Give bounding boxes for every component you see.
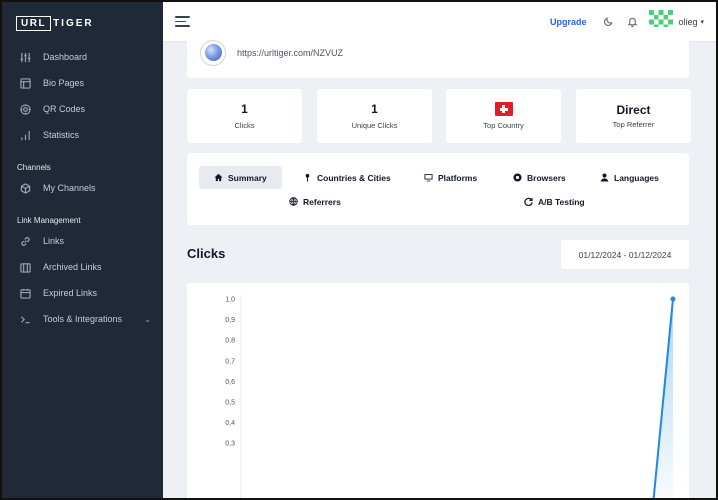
stat-top-referrer: Direct Top Referrer xyxy=(576,89,691,143)
sidebar-item-label: Expired Links xyxy=(43,288,98,298)
tab-summary[interactable]: Summary xyxy=(199,166,282,189)
app-window: URL TIGER Dashboard Bio Pages QR Codes S… xyxy=(0,0,718,500)
channels-section-title: Channels xyxy=(17,163,51,172)
switzerland-flag-icon xyxy=(494,102,513,116)
tab-label: Browsers xyxy=(527,172,566,183)
tab-languages[interactable]: Languages xyxy=(600,166,659,189)
link-icon xyxy=(19,235,31,247)
sliders-icon xyxy=(19,51,31,63)
chrome-icon xyxy=(513,173,522,182)
y-tick-label: 0,4 xyxy=(225,420,235,427)
sidebar-item-label: Statistics xyxy=(43,130,80,140)
sidebar-item-label: Tools & Integrations xyxy=(43,314,123,324)
globe-icon xyxy=(200,39,226,66)
logo[interactable]: URL TIGER xyxy=(2,2,163,44)
map-pin-icon xyxy=(303,173,312,182)
y-tick-label: 0,3 xyxy=(225,441,235,448)
stat-label: Clicks xyxy=(234,121,255,130)
sidebar-item-label: Dashboard xyxy=(43,52,88,62)
stat-value: 1 xyxy=(241,102,248,116)
y-tick-label: 0,8 xyxy=(225,338,235,345)
stat-value: Direct xyxy=(616,103,651,117)
link-url[interactable]: https://urltiger.com/NZVUZ xyxy=(237,48,343,58)
sidebar-item-label: Bio Pages xyxy=(43,78,85,88)
clicks-section-title: Clicks xyxy=(187,246,226,261)
sidebar-item-statistics[interactable]: Statistics xyxy=(2,122,163,148)
tab-label: Platforms xyxy=(438,172,478,183)
sidebar: URL TIGER Dashboard Bio Pages QR Codes S… xyxy=(2,2,163,498)
sidebar-item-tools-integrations[interactable]: Tools & Integrations ⌄ xyxy=(2,306,163,332)
y-tick-label: 0,7 xyxy=(225,358,235,365)
stat-unique-clicks: 1 Unique Clicks xyxy=(317,89,432,143)
data-point[interactable] xyxy=(670,296,676,302)
stats-tabs: Summary Countries & Cities Platforms Bro… xyxy=(187,153,689,225)
y-tick-label: 0,6 xyxy=(225,379,235,386)
tab-referrers[interactable]: Referrers xyxy=(289,190,341,213)
y-tick-label: 0,5 xyxy=(225,400,235,407)
stat-label: Top Country xyxy=(483,121,524,130)
monitor-icon xyxy=(424,173,433,182)
y-tick-label: 0,9 xyxy=(225,317,235,324)
tab-label: A/B Testing xyxy=(538,196,585,207)
logo-box: URL xyxy=(16,15,52,31)
y-tick-label: 1,0 xyxy=(225,297,235,304)
tab-platforms[interactable]: Platforms xyxy=(424,166,477,189)
sidebar-item-label: My Channels xyxy=(43,183,96,193)
sidebar-item-dashboard[interactable]: Dashboard xyxy=(2,44,163,70)
cube-icon xyxy=(19,182,31,194)
link-url-card: https://urltiger.com/NZVUZ xyxy=(187,27,689,78)
calendar-icon xyxy=(19,287,31,299)
archive-icon xyxy=(19,261,31,273)
user-icon xyxy=(600,173,609,182)
globe-icon xyxy=(289,197,298,206)
tab-browsers[interactable]: Browsers xyxy=(513,166,566,189)
refresh-icon xyxy=(524,197,533,206)
bar-chart-icon xyxy=(19,129,31,141)
chevron-down-icon[interactable]: ▾ xyxy=(700,18,704,26)
sidebar-item-bio-pages[interactable]: Bio Pages xyxy=(2,70,163,96)
stat-label: Unique Clicks xyxy=(351,121,398,130)
sidebar-item-label: QR Codes xyxy=(43,104,86,114)
tab-label: Referrers xyxy=(303,196,341,207)
home-icon xyxy=(214,173,223,182)
layout-icon xyxy=(19,77,31,89)
upgrade-link[interactable]: Upgrade xyxy=(550,17,587,27)
tab-label: Summary xyxy=(228,172,267,183)
logo-text: TIGER xyxy=(53,17,94,29)
tab-countries-cities[interactable]: Countries & Cities xyxy=(303,166,391,189)
sidebar-item-label: Archived Links xyxy=(43,262,102,272)
sidebar-item-qr-codes[interactable]: QR Codes xyxy=(2,96,163,122)
stat-value: 1 xyxy=(371,102,378,116)
terminal-icon xyxy=(19,313,31,325)
sidebar-item-expired-links[interactable]: Expired Links xyxy=(2,280,163,306)
stat-clicks: 1 Clicks xyxy=(187,89,302,143)
date-range-picker[interactable]: 01/12/2024 - 01/12/2024 xyxy=(561,240,689,269)
username[interactable]: olieg xyxy=(678,17,697,27)
clicks-chart: 1,0 0,9 0,8 0,7 0,6 0,5 0,4 0,3 xyxy=(225,295,676,498)
main-content: Upgrade olieg ▾ https://urltiger.com/NZV… xyxy=(163,2,716,498)
menu-toggle-icon[interactable] xyxy=(175,16,190,27)
tab-ab-testing[interactable]: A/B Testing xyxy=(524,190,585,213)
tab-label: Languages xyxy=(614,172,659,183)
clicks-chart-card: 1,0 0,9 0,8 0,7 0,6 0,5 0,4 0,3 xyxy=(187,283,689,498)
qr-code-icon xyxy=(19,103,31,115)
sidebar-item-label: Links xyxy=(43,236,65,246)
chevron-down-icon: ⌄ xyxy=(144,314,151,324)
stat-top-country: Top Country xyxy=(446,89,561,143)
tab-label: Countries & Cities xyxy=(317,172,391,183)
stat-label: Top Referrer xyxy=(612,120,655,129)
sidebar-item-my-channels[interactable]: My Channels xyxy=(2,175,163,201)
link-management-section-title: Link Management xyxy=(17,216,81,225)
sidebar-item-links[interactable]: Links xyxy=(2,228,163,254)
sidebar-item-archived-links[interactable]: Archived Links xyxy=(2,254,163,280)
